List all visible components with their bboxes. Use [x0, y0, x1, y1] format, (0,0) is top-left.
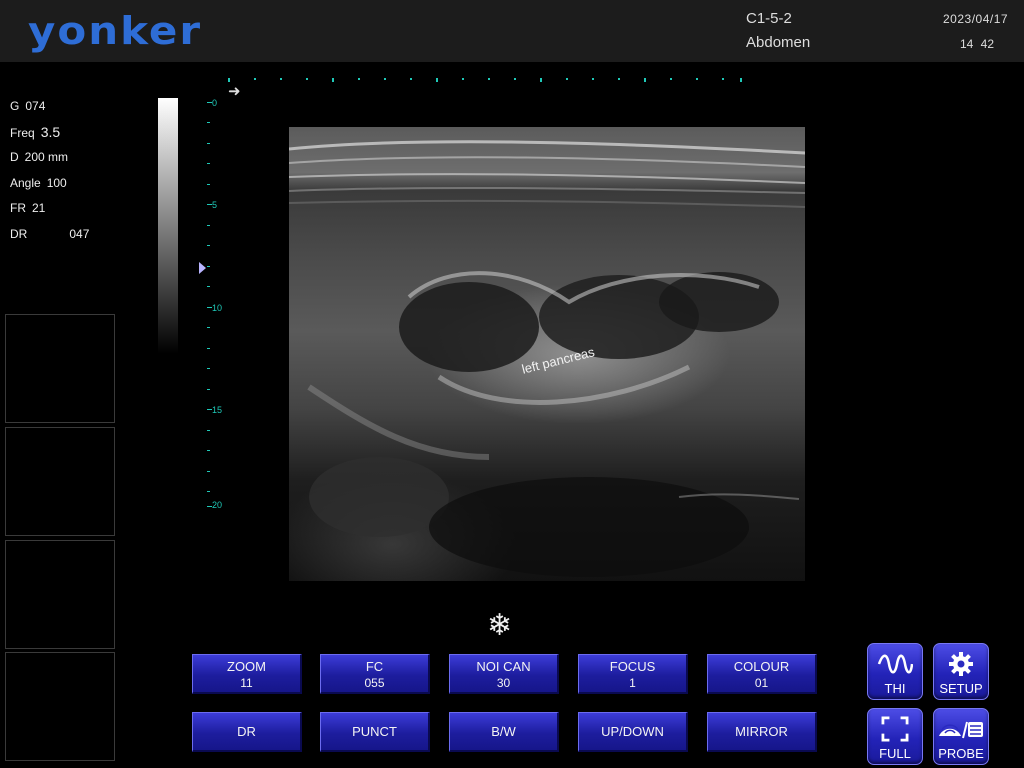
date-display: 2023/04/17: [943, 12, 1009, 26]
zoom-button[interactable]: ZOOM 11: [192, 654, 302, 694]
fc-button[interactable]: FC 055: [320, 654, 430, 694]
button-label: COLOUR: [733, 659, 790, 674]
top-bar: yonker C1-5-2 Abdomen 2023/04/17 14 42: [0, 0, 1024, 62]
imaging-parameters: G 074 Freq 3.5 D 200 mm Angle 100 FR 21 DR 047: [10, 96, 89, 249]
tool-label: FULL: [879, 746, 911, 761]
button-label: FOCUS: [609, 659, 656, 674]
probe-code: C1-5-2: [746, 10, 792, 27]
snowflake-icon[interactable]: ❄: [487, 611, 512, 641]
thi-button[interactable]: THI: [867, 643, 923, 700]
param-frequency: Freq 3.5: [10, 122, 89, 148]
button-label: NOI CAN: [476, 659, 531, 674]
probe-button[interactable]: PROBE: [933, 708, 989, 765]
tool-label: SETUP: [939, 681, 983, 696]
button-value: 055: [364, 676, 385, 690]
cine-thumbnail-2[interactable]: [5, 427, 115, 536]
button-value: 01: [754, 676, 769, 690]
brand-logo: yonker: [28, 7, 203, 54]
param-depth: D 200 mm: [10, 147, 89, 173]
depth-label-15: 15: [212, 405, 223, 415]
exam-preset[interactable]: Abdomen: [746, 34, 810, 51]
focus-marker-icon[interactable]: [199, 262, 206, 274]
up-down-button[interactable]: UP/DOWN: [578, 712, 688, 752]
param-label: Angle: [10, 175, 41, 190]
fullscreen-icon: [881, 716, 909, 742]
probe-icon: [939, 721, 983, 739]
lateral-scale: [228, 78, 748, 84]
button-label: B/W: [491, 724, 516, 739]
noise-cancel-button[interactable]: NOI CAN 30: [449, 654, 559, 694]
depth-label-20: 20: [212, 500, 223, 510]
param-value: 21: [32, 201, 46, 215]
button-value: 1: [629, 676, 636, 690]
button-label: UP/DOWN: [601, 724, 664, 739]
param-dynamic-range: DR 047: [10, 224, 89, 250]
dr-button[interactable]: DR: [192, 712, 302, 752]
cine-thumbnail-4[interactable]: [5, 652, 115, 761]
puncture-button[interactable]: PUNCT: [320, 712, 430, 752]
param-value: 100: [46, 175, 67, 190]
param-gain: G 074: [10, 96, 89, 122]
button-label: PUNCT: [352, 724, 397, 739]
param-value: 047: [69, 226, 90, 241]
param-label: D: [10, 150, 19, 164]
param-label: FR: [10, 201, 26, 215]
depth-label-10: 10: [212, 303, 223, 313]
param-value: 074: [25, 99, 46, 113]
mirror-button[interactable]: MIRROR: [707, 712, 817, 752]
waveform-icon: [877, 654, 913, 674]
grayscale-bar: [158, 98, 178, 354]
depth-scale: 0 5 10 15 20: [199, 96, 230, 516]
param-label: G: [10, 99, 20, 113]
ultrasound-texture: [289, 140, 805, 577]
gear-icon: [949, 652, 973, 676]
tool-label: THI: [884, 681, 906, 696]
colour-button[interactable]: COLOUR 01: [707, 654, 817, 694]
bw-button[interactable]: B/W: [449, 712, 559, 752]
param-frame-rate: FR 21: [10, 198, 89, 224]
param-value: 200 mm: [24, 150, 69, 164]
param-label: DR: [10, 226, 28, 241]
full-screen-button[interactable]: FULL: [867, 708, 923, 765]
param-value: 3.5: [40, 123, 61, 140]
depth-label-5: 5: [212, 200, 218, 210]
setup-button[interactable]: SETUP: [933, 643, 989, 700]
ultrasound-image[interactable]: [289, 127, 805, 581]
depth-label-0: 0: [212, 98, 218, 108]
button-label: MIRROR: [735, 724, 788, 739]
focus-button[interactable]: FOCUS 1: [578, 654, 688, 694]
button-label: DR: [237, 724, 256, 739]
cine-thumbnail-3[interactable]: [5, 540, 115, 649]
time-display: 14 42: [960, 37, 995, 51]
button-label: FC: [365, 659, 384, 674]
button-value: 30: [496, 676, 511, 690]
cine-thumbnail-1[interactable]: [5, 314, 115, 423]
param-angle: Angle 100: [10, 173, 89, 199]
button-value: 11: [240, 676, 253, 690]
param-label: Freq: [10, 125, 35, 140]
tool-label: PROBE: [938, 746, 984, 761]
button-label: ZOOM: [227, 659, 266, 674]
